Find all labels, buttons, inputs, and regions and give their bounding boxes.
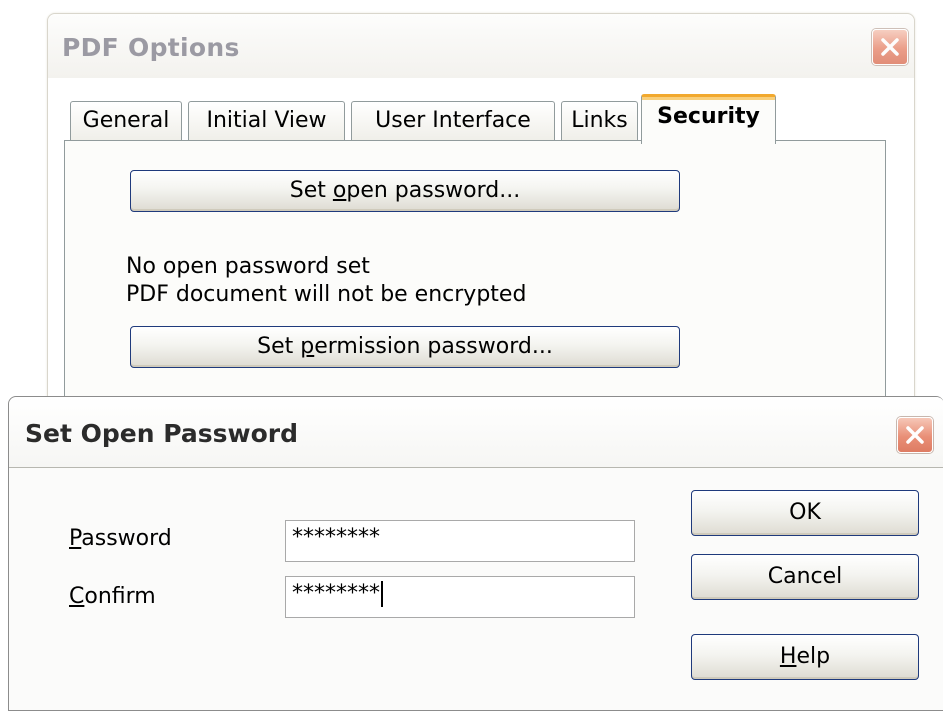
set-open-password-body: Password ******** Confirm ******** OK Ca… <box>9 468 943 710</box>
set-open-password-button[interactable]: Set open password... <box>130 170 680 212</box>
button-label-mnemonic: H <box>779 644 797 669</box>
no-open-password-text: No open password set <box>126 254 370 279</box>
pdf-options-dialog: PDF Options General Initial View User In… <box>47 13 915 441</box>
tab-initial-view[interactable]: Initial View <box>188 101 345 140</box>
not-encrypted-text: PDF document will not be encrypted <box>126 282 527 307</box>
close-icon <box>906 426 924 444</box>
button-label-prefix: Set <box>257 334 301 359</box>
set-open-password-close-button[interactable] <box>897 417 933 453</box>
button-label-suffix: pen password... <box>346 178 521 203</box>
password-value: ******** <box>292 525 380 550</box>
label-rest: onfirm <box>84 584 156 609</box>
button-label-mnemonic: o <box>332 178 347 203</box>
label-rest: assword <box>81 526 172 551</box>
confirm-field[interactable]: ******** <box>285 576 635 618</box>
set-open-password-titlebar[interactable]: Set Open Password <box>9 397 943 468</box>
pdf-options-titlebar[interactable]: PDF Options <box>48 14 914 78</box>
button-label-rest: elp <box>796 644 831 669</box>
cancel-button[interactable]: Cancel <box>691 554 919 600</box>
confirm-value: ******** <box>292 581 380 606</box>
button-label-suffix: ermission password... <box>314 334 553 359</box>
tab-general[interactable]: General <box>70 101 182 140</box>
label-mnemonic: P <box>69 526 82 551</box>
pdf-options-title: PDF Options <box>62 33 240 62</box>
ok-button[interactable]: OK <box>691 490 919 536</box>
button-label-prefix: Set <box>289 178 333 203</box>
confirm-label: Confirm <box>69 584 156 609</box>
help-button[interactable]: Help <box>691 634 919 680</box>
password-label: Password <box>69 526 172 551</box>
pdf-options-close-button[interactable] <box>872 29 908 65</box>
text-caret <box>381 581 383 607</box>
password-field[interactable]: ******** <box>285 520 635 562</box>
set-open-password-title: Set Open Password <box>25 419 298 448</box>
set-permission-password-button[interactable]: Set permission password... <box>130 326 680 368</box>
close-icon <box>881 38 899 56</box>
tab-security[interactable]: Security <box>641 94 776 144</box>
tab-links[interactable]: Links <box>561 101 638 140</box>
button-label-mnemonic: p <box>300 334 315 359</box>
tab-user-interface[interactable]: User Interface <box>351 101 555 140</box>
set-open-password-dialog: Set Open Password Password ******** Conf… <box>8 396 943 711</box>
label-mnemonic: C <box>69 584 85 609</box>
